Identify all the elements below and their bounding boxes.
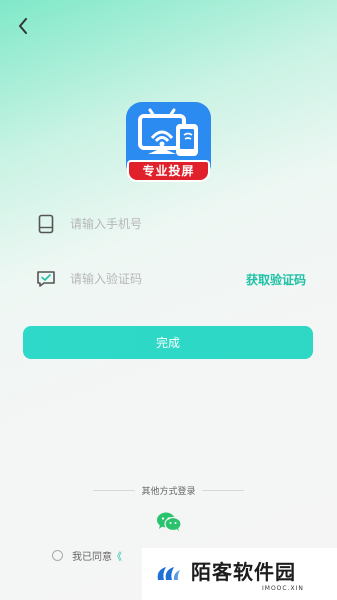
chevron-left-icon	[19, 18, 27, 34]
agreement-row: 我已同意 《	[52, 548, 122, 563]
other-login-label: 其他方式登录	[141, 486, 196, 497]
submit-button[interactable]: 完成	[23, 326, 313, 359]
code-input[interactable]	[70, 272, 246, 286]
code-field: 获取验证码	[36, 265, 306, 293]
message-check-icon	[36, 269, 56, 289]
phone-input[interactable]	[70, 217, 306, 231]
wechat-login-button[interactable]	[156, 512, 182, 532]
agreement-link[interactable]: 《	[112, 548, 122, 563]
watermark: 陌客软件园 IMOOC.XIN	[142, 548, 337, 600]
agree-radio[interactable]	[52, 549, 63, 561]
divider-line	[93, 489, 136, 491]
wechat-icon	[157, 512, 182, 532]
get-code-button[interactable]: 获取验证码	[246, 271, 306, 288]
agree-text: 我已同意	[72, 551, 112, 563]
other-login-divider: 其他方式登录	[0, 482, 337, 498]
divider-line	[201, 489, 244, 491]
watermark-subtitle: IMOOC.XIN	[262, 585, 304, 592]
logo-badge: 专业投屏	[127, 160, 210, 182]
watermark-title: 陌客软件园	[191, 560, 296, 584]
phone-icon	[36, 214, 56, 234]
phone-field	[36, 210, 306, 238]
watermark-logo-icon	[157, 567, 180, 580]
back-button[interactable]	[12, 14, 34, 38]
